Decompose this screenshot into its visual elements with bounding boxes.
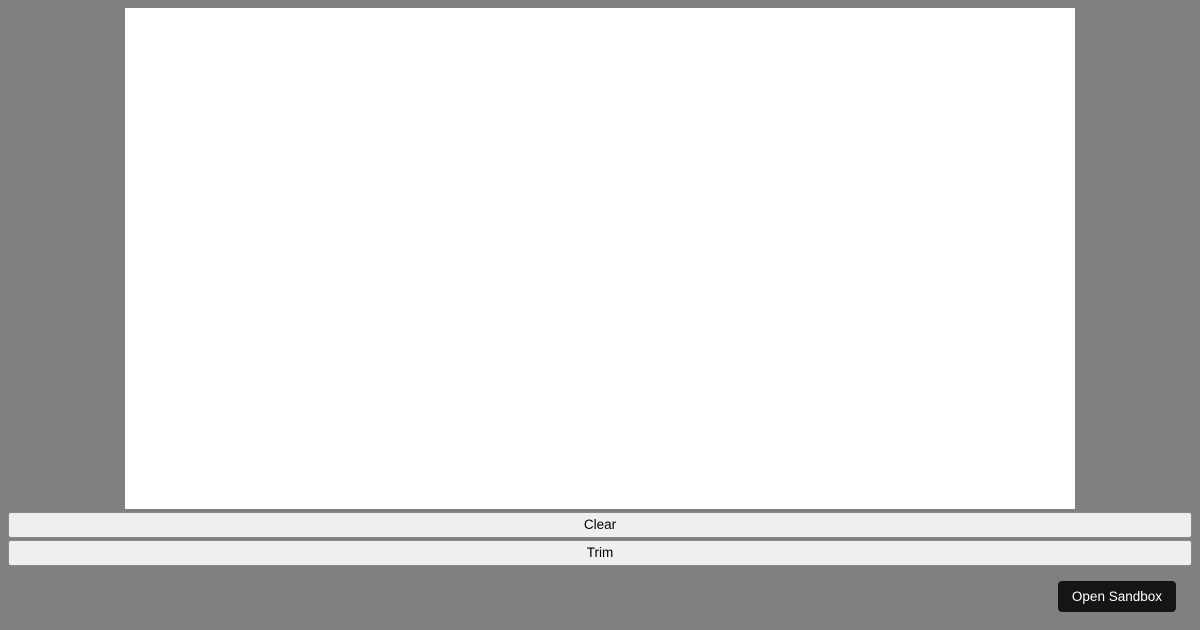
open-sandbox-button[interactable]: Open Sandbox [1058, 581, 1176, 612]
button-stack: Clear Trim [8, 512, 1192, 566]
canvas-area[interactable] [125, 8, 1075, 509]
clear-button[interactable]: Clear [8, 512, 1192, 538]
trim-button[interactable]: Trim [8, 540, 1192, 566]
